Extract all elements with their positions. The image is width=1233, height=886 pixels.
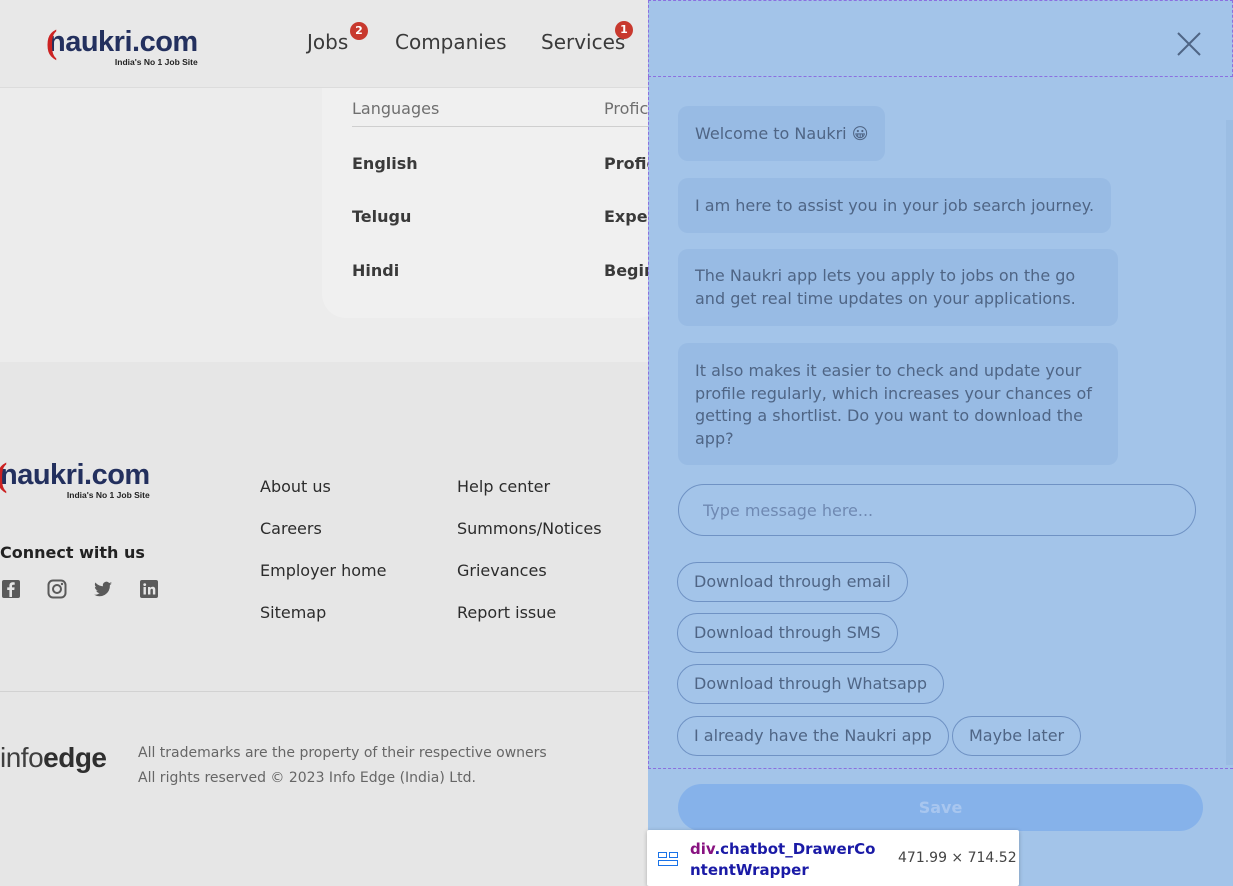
close-icon[interactable] — [1176, 31, 1202, 57]
chatbot-drawer-header — [648, 0, 1233, 77]
tooltip-element-name: div.chatbot_DrawerContentWrapper — [690, 840, 876, 879]
logo-swoosh-icon: ( — [46, 24, 58, 61]
chat-message-input[interactable] — [678, 484, 1196, 536]
twitter-icon[interactable] — [93, 579, 113, 599]
instagram-icon[interactable] — [47, 579, 67, 599]
footer-link-about-us[interactable]: About us — [260, 477, 331, 496]
footer-link-report-issue[interactable]: Report issue — [457, 603, 556, 622]
devtools-inspect-tooltip: div.chatbot_DrawerContentWrapper 471.99 … — [647, 830, 1019, 886]
logo-tagline: India's No 1 Job Site — [114, 57, 198, 67]
languages-header: Languages — [352, 99, 440, 118]
footer-link-employer-home[interactable]: Employer home — [260, 561, 386, 580]
footer-link-careers[interactable]: Careers — [260, 519, 322, 538]
chip-already-have-app[interactable]: I already have the Naukri app — [677, 716, 949, 756]
chat-scrollbar[interactable] — [1226, 120, 1233, 765]
logo-tagline: India's No 1 Job Site — [66, 490, 150, 500]
nav-services[interactable]: Services — [541, 30, 625, 54]
logo-swoosh-icon: ( — [0, 457, 7, 495]
tooltip-element-size: 471.99 × 714.52 — [898, 850, 1017, 866]
chat-message: Welcome to Naukri 😀 — [678, 106, 886, 161]
nav-companies[interactable]: Companies — [395, 30, 507, 54]
footer-naukri-logo[interactable]: ( naukri.com India's No 1 Job Site — [0, 457, 150, 500]
chat-message: I am here to assist you in your job sear… — [678, 178, 1112, 233]
language-cell: Telugu — [352, 207, 412, 226]
chip-maybe-later[interactable]: Maybe later — [952, 716, 1082, 756]
languages-card — [322, 88, 662, 318]
facebook-icon[interactable] — [1, 579, 21, 599]
chat-message: It also makes it easier to check and upd… — [678, 343, 1118, 465]
save-button[interactable]: Save — [678, 784, 1203, 831]
nav-jobs[interactable]: Jobs — [307, 30, 348, 54]
connect-with-us-label: Connect with us — [0, 543, 145, 562]
footer-link-sitemap[interactable]: Sitemap — [260, 603, 326, 622]
chat-message: The Naukri app lets you apply to jobs on… — [678, 249, 1118, 326]
footer-link-grievances[interactable]: Grievances — [457, 561, 547, 580]
site-footer — [0, 362, 648, 886]
chip-download-sms[interactable]: Download through SMS — [677, 613, 898, 653]
linkedin-icon[interactable] — [139, 579, 159, 599]
legal-copyright: All rights reserved © 2023 Info Edge (In… — [138, 770, 476, 786]
naukri-logo[interactable]: ( naukri.com India's No 1 Job Site — [46, 24, 198, 67]
legal-trademarks: All trademarks are the property of their… — [138, 745, 547, 761]
infoedge-logo[interactable]: infoedge — [0, 742, 107, 774]
footer-divider — [0, 691, 648, 692]
flex-container-icon — [658, 851, 678, 866]
chip-download-email[interactable]: Download through email — [677, 562, 908, 602]
jobs-badge: 2 — [350, 22, 368, 40]
language-cell: English — [352, 154, 418, 173]
footer-link-help-center[interactable]: Help center — [457, 477, 550, 496]
proficiency-header: Profic — [604, 99, 649, 118]
services-badge: 1 — [615, 21, 633, 39]
chip-download-whatsapp[interactable]: Download through Whatsapp — [677, 664, 945, 704]
language-cell: Hindi — [352, 261, 400, 280]
languages-divider — [352, 126, 652, 127]
footer-link-summons-notices[interactable]: Summons/Notices — [457, 519, 602, 538]
